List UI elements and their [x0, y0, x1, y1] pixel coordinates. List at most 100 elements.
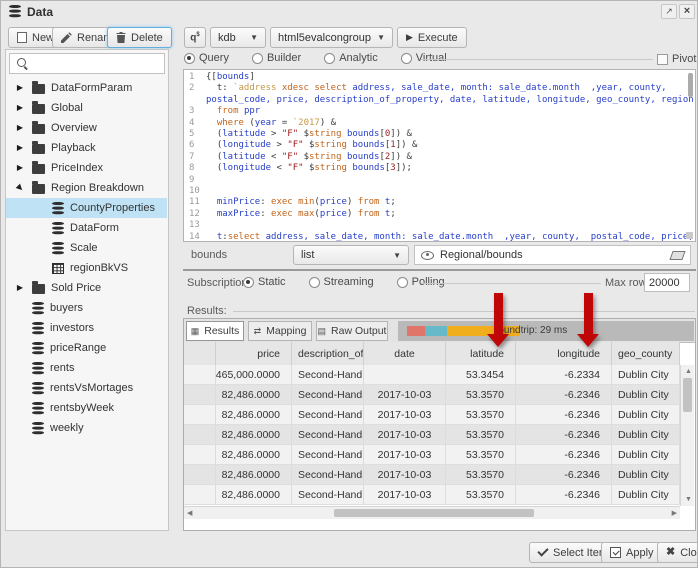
tree-item-rents[interactable]: rents [6, 358, 167, 378]
connection-select[interactable]: kdb ▼ [210, 27, 266, 48]
tree-collapsed-arrow-icon[interactable]: ▶ [14, 284, 26, 292]
eye-icon[interactable] [421, 251, 434, 260]
query-mode-radio-analytic[interactable] [324, 53, 335, 64]
scroll-right-icon[interactable]: ▶ [672, 510, 677, 517]
tree-item-countyproperties[interactable]: CountyProperties [6, 198, 167, 218]
process-button[interactable]: q$ [184, 27, 206, 48]
subscription-mode-radio-streaming[interactable] [309, 277, 320, 288]
table-row[interactable]: 82,486.0000Second-Hand Dw2017-10-0353.35… [184, 465, 680, 485]
max-rows-input[interactable] [644, 273, 690, 292]
check-icon [537, 545, 548, 556]
close-button[interactable]: ✖ Close [657, 542, 698, 563]
results-section-label: Results: [187, 305, 227, 317]
tree-collapsed-arrow-icon[interactable]: ▶ [14, 124, 26, 132]
code-line: 14 t:select address, sale_date, month: s… [184, 232, 695, 242]
tree-item-regionbkvs[interactable]: regionBkVS [6, 258, 167, 278]
tree-item-global[interactable]: ▶ Global [6, 98, 167, 118]
subscription-mode-static[interactable]: Static [243, 276, 286, 288]
delete-button[interactable]: Delete [107, 27, 172, 48]
line-number: 5 [184, 129, 204, 140]
parameter-type-select[interactable]: list ▼ [293, 245, 409, 265]
line-number: 9 [184, 175, 204, 186]
query-mode-radio-virtual[interactable] [401, 53, 412, 64]
close-window-icon[interactable]: × [679, 4, 695, 19]
tree-expanded-arrow-icon[interactable]: ▶ [13, 181, 27, 195]
code-line: 4 where (year = `2017) & [184, 118, 695, 129]
column-header-price[interactable]: price [216, 342, 292, 365]
vertical-scrollbar[interactable]: ▲ ▼ [680, 365, 694, 506]
tree-collapsed-arrow-icon[interactable]: ▶ [14, 144, 26, 152]
subscription-mode-radio-static[interactable] [243, 277, 254, 288]
horizontal-scrollbar[interactable]: ◀ ▶ [184, 506, 680, 519]
table-row[interactable]: 82,486.0000Second-Hand Dw2017-10-0353.35… [184, 445, 680, 465]
tree-item-dataformparam[interactable]: ▶DataFormParam [6, 78, 167, 98]
scroll-down-icon[interactable]: ▼ [685, 496, 692, 503]
execute-button[interactable]: ▶ Execute [397, 27, 467, 48]
scroll-up-icon[interactable]: ▲ [685, 368, 692, 375]
connection-group-select[interactable]: html5evalcongroup ▼ [270, 27, 393, 48]
subscription-mode-streaming[interactable]: Streaming [309, 276, 374, 288]
tree-item-scale[interactable]: Scale [6, 238, 167, 258]
table-row[interactable]: 82,486.0000Second-Hand Dw2017-10-0353.35… [184, 485, 680, 505]
tree-item-region-breakdown[interactable]: ▶Region Breakdown [6, 178, 167, 198]
scroll-left-icon[interactable]: ◀ [187, 510, 192, 517]
tab-label: Raw Output [331, 325, 386, 337]
query-mode-radio-query[interactable] [184, 53, 195, 64]
tree-item-priceindex[interactable]: ▶PriceIndex [6, 158, 167, 178]
horizontal-scrollbar-thumb[interactable] [334, 509, 534, 517]
apply-label: Apply [626, 547, 654, 559]
column-header-index[interactable] [184, 342, 216, 365]
tree-item-label: Global [51, 102, 83, 114]
eraser-icon[interactable] [669, 251, 685, 260]
results-tabbar: ▦Results⇄Mapping▤Raw Output roundtrip: 2… [184, 319, 695, 343]
tree-item-weekly[interactable]: weekly [6, 418, 167, 438]
connection-value: kdb [218, 32, 236, 44]
query-mode-analytic[interactable]: Analytic [324, 52, 378, 64]
tree-collapsed-arrow-icon[interactable]: ▶ [14, 104, 26, 112]
table-cell: -6.2334 [516, 365, 612, 384]
tree-item-playback[interactable]: ▶Playback [6, 138, 167, 158]
line-number: 7 [184, 152, 204, 163]
vertical-scrollbar-thumb[interactable] [683, 378, 692, 412]
table-row[interactable]: 465,000.0000Second-Hand Dw53.3454-6.2334… [184, 365, 680, 385]
tab-label: Results [204, 325, 239, 337]
apply-button[interactable]: Apply [601, 542, 663, 563]
query-mode-virtual[interactable]: Virtual [401, 52, 447, 64]
tree-item-buyers[interactable]: buyers [6, 298, 167, 318]
code-editor[interactable]: 1{[bounds]2 t: `address xdesc select add… [183, 69, 696, 242]
search-box[interactable] [9, 53, 165, 74]
column-header-date[interactable]: date [364, 342, 446, 365]
pivot-option[interactable]: Pivot [657, 53, 696, 65]
table-row[interactable]: 82,486.0000Second-Hand Dw2017-10-0353.35… [184, 385, 680, 405]
search-input[interactable] [35, 57, 158, 71]
tree-item-investors[interactable]: investors [6, 318, 167, 338]
tree-item-dataform[interactable]: DataForm [6, 218, 167, 238]
play-icon: ▶ [406, 32, 413, 43]
query-mode-builder[interactable]: Builder [252, 52, 301, 64]
subscription-mode-radio-polling[interactable] [397, 277, 408, 288]
query-mode-query[interactable]: Query [184, 52, 229, 64]
query-mode-radio-builder[interactable] [252, 53, 263, 64]
tree-item-label: buyers [50, 302, 83, 314]
mapping-icon: ⇄ [254, 326, 262, 337]
pivot-checkbox[interactable] [657, 54, 668, 65]
expand-window-icon[interactable]: ↗ [661, 4, 677, 19]
tree-collapsed-arrow-icon[interactable]: ▶ [14, 164, 26, 172]
tree-collapsed-arrow-icon[interactable]: ▶ [14, 84, 26, 92]
editor-scrollbar-thumb[interactable] [688, 73, 693, 97]
table-row[interactable]: 82,486.0000Second-Hand Dw2017-10-0353.35… [184, 425, 680, 445]
tree-item-rentsvsmortages[interactable]: rentsVsMortages [6, 378, 167, 398]
tab-results[interactable]: ▦Results [186, 321, 244, 341]
parameter-value-field[interactable]: Regional/bounds [414, 245, 691, 265]
table-cell: -6.2346 [516, 425, 612, 444]
tree-item-pricerange[interactable]: priceRange [6, 338, 167, 358]
tree-item-rentsbyweek[interactable]: rentsbyWeek [6, 398, 167, 418]
table-row[interactable]: 82,486.0000Second-Hand Dw2017-10-0353.35… [184, 405, 680, 425]
tree-item-sold-price[interactable]: ▶Sold Price [6, 278, 167, 298]
tab-raw-output[interactable]: ▤Raw Output [316, 321, 388, 341]
column-header-description_of_...[interactable]: description_of_... [292, 342, 364, 365]
tree-item-overview[interactable]: ▶Overview [6, 118, 167, 138]
subscription-mode-polling[interactable]: Polling [397, 276, 445, 288]
tab-mapping[interactable]: ⇄Mapping [248, 321, 312, 341]
column-header-geo_county[interactable]: geo_county [612, 342, 680, 365]
